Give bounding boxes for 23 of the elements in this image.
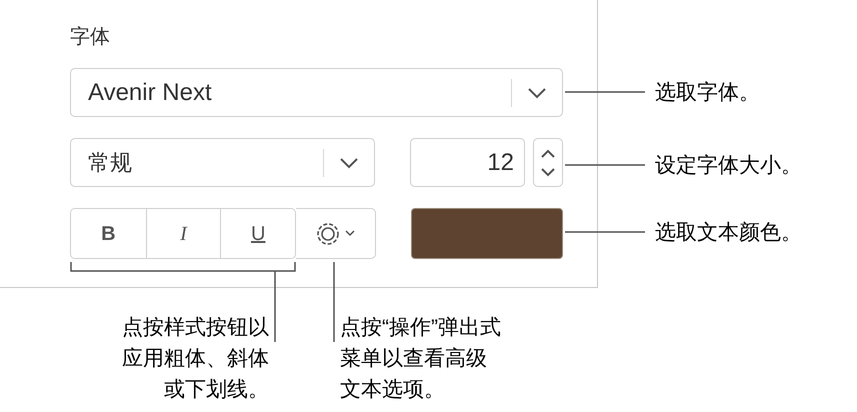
size-stepper[interactable] xyxy=(533,138,563,187)
callout-text: 点按样式按钮以 xyxy=(122,315,269,341)
section-label: 字体 xyxy=(70,26,110,48)
typeface-dropdown[interactable]: 常规 xyxy=(70,138,375,187)
callout-text: 文本选项。 xyxy=(340,377,445,403)
callout-text: 或下划线。 xyxy=(164,377,269,403)
gear-icon xyxy=(315,220,342,246)
callout-text: 设定字体大小。 xyxy=(655,153,802,179)
font-family-dropdown[interactable]: Avenir Next xyxy=(70,68,563,117)
action-menu-button[interactable] xyxy=(296,208,376,259)
font-size-field[interactable]: 12 xyxy=(410,138,525,187)
callout-text: 选取文本颜色。 xyxy=(655,220,802,246)
chevron-down-icon xyxy=(541,168,555,176)
chevron-down-icon xyxy=(345,230,356,237)
callout-text: 选取字体。 xyxy=(655,80,760,106)
chevron-down-icon xyxy=(339,156,359,168)
callout-text: 菜单以查看高级 xyxy=(340,346,487,372)
color-well[interactable] xyxy=(410,208,564,259)
chevron-up-icon xyxy=(541,148,555,158)
style-button[interactable]: U xyxy=(220,209,296,258)
callout-text: 点按“操作”弹出式 xyxy=(340,315,501,341)
chevron-down-icon xyxy=(527,86,547,98)
callout-text: 应用粗体、斜体 xyxy=(122,346,269,372)
